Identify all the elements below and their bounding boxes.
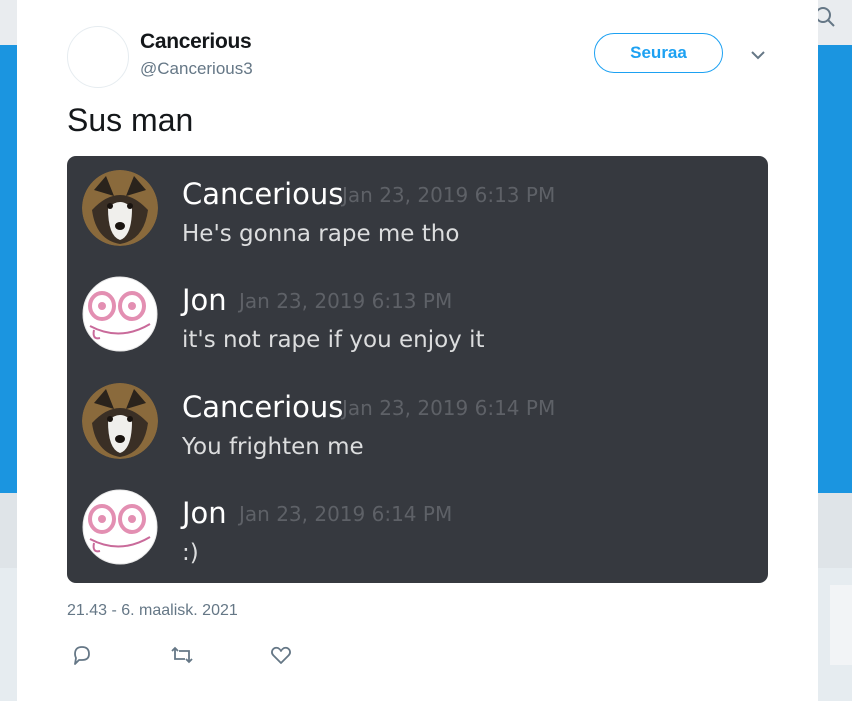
follow-button[interactable]: Seuraa [594, 33, 723, 73]
chat-message: Jon Jan 23, 2019 6:13 PM it's not rape i… [67, 269, 768, 359]
message-text: You frighten me [182, 434, 364, 460]
message-timestamp: Jan 23, 2019 6:13 PM [239, 289, 453, 313]
heart-icon[interactable] [268, 642, 294, 668]
message-author[interactable]: Cancerious [182, 390, 343, 424]
message-text: :) [182, 540, 199, 566]
message-author[interactable]: Jon [182, 283, 227, 317]
message-timestamp: Jan 23, 2019 6:13 PM [342, 183, 556, 207]
message-text: it's not rape if you enjoy it [182, 327, 485, 353]
chat-message: Cancerious Jan 23, 2019 6:13 PM He's gon… [67, 163, 768, 253]
message-timestamp: Jan 23, 2019 6:14 PM [239, 502, 453, 526]
message-text: He's gonna rape me tho [182, 221, 460, 247]
message-author[interactable]: Jon [182, 496, 227, 530]
chat-message: Cancerious Jan 23, 2019 6:14 PM You frig… [67, 376, 768, 466]
tweet-image-discord-chat[interactable]: Cancerious Jan 23, 2019 6:13 PM He's gon… [67, 156, 768, 583]
tweet-timestamp[interactable]: 21.43 - 6. maalisk. 2021 [67, 602, 238, 620]
message-timestamp: Jan 23, 2019 6:14 PM [342, 396, 556, 420]
husky-avatar [82, 170, 158, 246]
cartoon-face-avatar [82, 276, 158, 352]
tweet-actions [67, 642, 317, 668]
chat-message: Jon Jan 23, 2019 6:14 PM :) [67, 482, 768, 572]
chevron-down-icon[interactable] [747, 44, 769, 66]
reply-icon[interactable] [69, 642, 95, 668]
background-panel [830, 585, 852, 665]
cartoon-face-avatar [82, 489, 158, 565]
tweet-card: Cancerious @Cancerious3 Seuraa Sus man C… [17, 0, 818, 701]
husky-avatar [82, 383, 158, 459]
retweet-icon[interactable] [169, 642, 195, 668]
message-author[interactable]: Cancerious [182, 177, 343, 211]
author-avatar[interactable] [67, 26, 129, 88]
author-name[interactable]: Cancerious [140, 30, 252, 54]
tweet-text: Sus man [67, 102, 194, 138]
author-handle[interactable]: @Cancerious3 [140, 59, 253, 79]
